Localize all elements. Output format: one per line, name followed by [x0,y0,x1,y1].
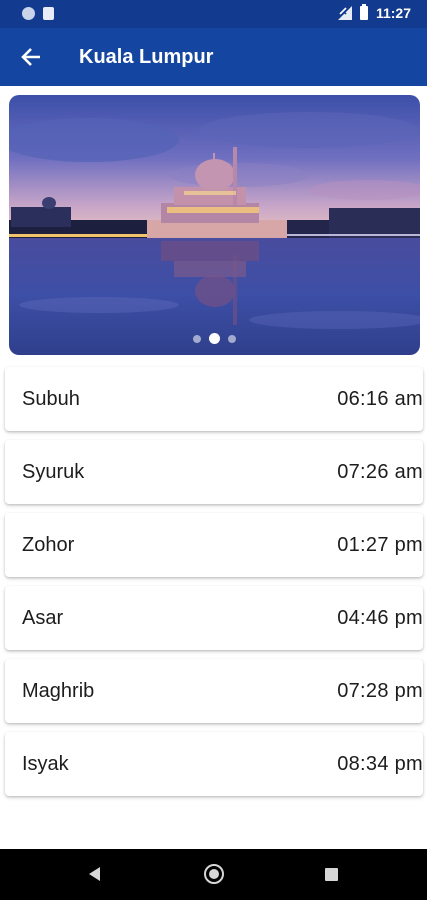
page-title: Kuala Lumpur [79,46,214,68]
page-indicator-dot[interactable] [228,334,236,343]
prayer-card-asar[interactable]: Asar 04:46 pm [5,586,423,650]
status-bar: 11:27 [0,0,427,28]
prayer-name: Asar [22,607,64,629]
prayer-name: Isyak [22,753,69,775]
banner-carousel[interactable] [9,95,420,355]
status-time: 11:27 [375,5,411,21]
nav-home-icon[interactable] [204,864,224,884]
prayer-card-maghrib[interactable]: Maghrib 07:28 pm [5,659,423,723]
prayer-name: Subuh [22,388,80,410]
prayer-time: 07:28 pm [337,680,423,702]
prayer-card-subuh[interactable]: Subuh 06:16 am [5,367,423,431]
page-indicator-dot[interactable] [193,334,201,343]
prayer-name: Syuruk [22,461,85,483]
prayer-time: 01:27 pm [337,534,423,556]
page-indicator-dot-active[interactable] [209,333,220,344]
prayer-name: Zohor [22,534,75,556]
prayer-name: Maghrib [22,680,95,702]
battery-icon [359,4,368,20]
status-right-icons: 11:27 [337,4,411,21]
prayer-time: 04:46 pm [337,607,423,629]
mosque-photo [9,95,420,355]
nav-back-icon[interactable] [89,867,100,881]
prayer-card-syuruk[interactable]: Syuruk 07:26 am [5,440,423,504]
prayer-times-list: Subuh 06:16 am Syuruk 07:26 am Zohor 01:… [5,367,423,805]
prayer-card-isyak[interactable]: Isyak 08:34 pm [5,732,423,796]
page-indicator [9,333,420,344]
prayer-time: 08:34 pm [337,753,423,775]
notification-dot-icon [22,7,35,20]
prayer-time: 07:26 am [337,461,423,483]
sd-card-icon [43,7,54,20]
status-left-icons [22,7,54,20]
app-bar: Kuala Lumpur [0,28,427,86]
nav-recents-icon[interactable] [325,868,338,881]
prayer-time: 06:16 am [337,388,423,410]
back-button[interactable] [16,42,46,72]
signal-icon [337,6,352,20]
prayer-card-zohor[interactable]: Zohor 01:27 pm [5,513,423,577]
arrow-back-icon [21,48,40,66]
navigation-bar [0,849,427,900]
